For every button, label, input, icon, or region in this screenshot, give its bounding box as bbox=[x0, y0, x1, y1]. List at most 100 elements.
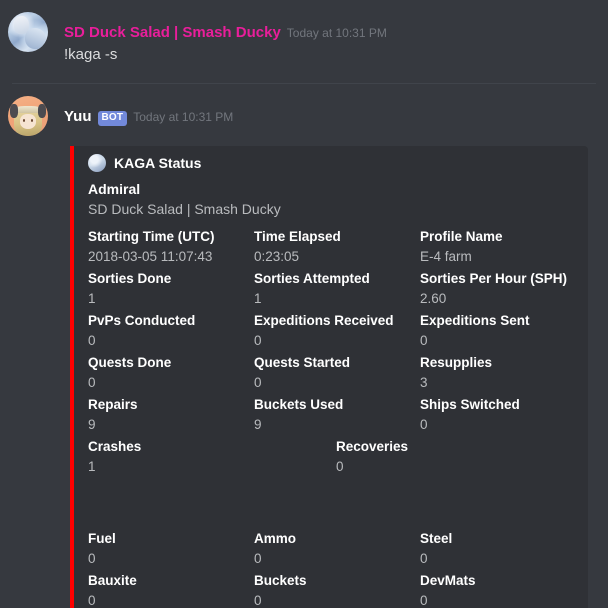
embed-field: Resupplies 3 bbox=[420, 350, 578, 392]
bot-message-header: Yuu BOT Today at 10:31 PM bbox=[64, 108, 608, 127]
embed-field: Fuel 0 bbox=[88, 526, 254, 568]
embed-field-blank bbox=[420, 434, 578, 476]
field-name: Sorties Done bbox=[88, 271, 172, 286]
field-name: Quests Started bbox=[254, 355, 351, 370]
embed-field: Buckets 0 bbox=[254, 568, 420, 608]
embed-field: Profile Name E-4 farm bbox=[420, 224, 578, 266]
bot-author-name[interactable]: Yuu bbox=[64, 108, 92, 126]
embed-field: Sorties Per Hour (SPH) 2.60 bbox=[420, 266, 578, 308]
field-name: Sorties Attempted bbox=[254, 271, 370, 286]
field-value: 0 bbox=[88, 593, 96, 608]
field-value: 1 bbox=[254, 291, 262, 306]
field-name: Bauxite bbox=[88, 573, 137, 588]
field-name: PvPs Conducted bbox=[88, 313, 196, 328]
field-name: Steel bbox=[420, 531, 453, 546]
message-bot: Yuu BOT Today at 10:31 PM bbox=[0, 84, 608, 144]
field-value: 9 bbox=[254, 417, 262, 432]
field-name: Buckets Used bbox=[254, 397, 344, 412]
bot-message-timestamp: Today at 10:31 PM bbox=[133, 110, 234, 124]
field-value: 0 bbox=[254, 593, 262, 608]
field-value: 0 bbox=[254, 551, 262, 566]
embed-field: Sorties Done 1 bbox=[88, 266, 254, 308]
field-name: Expeditions Received bbox=[254, 313, 394, 328]
field-name: Buckets bbox=[254, 573, 307, 588]
embed-field-spacer bbox=[254, 476, 420, 526]
field-value: 0 bbox=[88, 333, 96, 348]
author-name[interactable]: SD Duck Salad | Smash Ducky bbox=[64, 24, 281, 42]
avatar-face bbox=[20, 114, 36, 129]
embed-field: PvPs Conducted 0 bbox=[88, 308, 254, 350]
embed-field: Ships Switched 0 bbox=[420, 392, 578, 434]
field-value: E-4 farm bbox=[420, 249, 472, 264]
field-value: 0 bbox=[420, 333, 428, 348]
embed-fields: Starting Time (UTC) 2018-03-05 11:07:43 … bbox=[88, 224, 578, 608]
field-name: Resupplies bbox=[420, 355, 493, 370]
embed-field: Expeditions Received 0 bbox=[254, 308, 420, 350]
field-value: 0 bbox=[254, 333, 262, 348]
field-name: Fuel bbox=[88, 531, 116, 546]
field-value: 1 bbox=[88, 291, 96, 306]
field-name: Sorties Per Hour (SPH) bbox=[420, 271, 568, 286]
bot-avatar[interactable] bbox=[8, 96, 48, 136]
field-value: 0 bbox=[420, 593, 428, 608]
embed-field: Ammo 0 bbox=[254, 526, 420, 568]
user-avatar-image bbox=[8, 12, 48, 52]
embed-wrapper: KAGA Status Admiral SD Duck Salad | Smas… bbox=[0, 144, 608, 608]
embed-title: Admiral bbox=[88, 181, 141, 197]
message-header: SD Duck Salad | Smash Ducky Today at 10:… bbox=[64, 24, 608, 42]
kaga-icon bbox=[88, 154, 106, 172]
field-name: Expeditions Sent bbox=[420, 313, 530, 328]
field-value: 0 bbox=[88, 551, 96, 566]
embed-field-spacer bbox=[420, 476, 578, 526]
embed-field: Repairs 9 bbox=[88, 392, 254, 434]
message-timestamp: Today at 10:31 PM bbox=[286, 26, 387, 40]
status-embed: KAGA Status Admiral SD Duck Salad | Smas… bbox=[70, 146, 588, 608]
field-name: Quests Done bbox=[88, 355, 172, 370]
embed-field: Crashes 1 bbox=[88, 434, 254, 476]
bot-badge: BOT bbox=[97, 111, 128, 126]
field-value: 0 bbox=[88, 375, 96, 390]
field-value: 0 bbox=[420, 417, 428, 432]
embed-field: Buckets Used 9 bbox=[254, 392, 420, 434]
field-name: DevMats bbox=[420, 573, 476, 588]
embed-field: Quests Started 0 bbox=[254, 350, 420, 392]
field-value: 0 bbox=[336, 459, 344, 474]
embed-field: Recoveries 0 bbox=[254, 434, 420, 476]
bot-avatar-image bbox=[8, 96, 48, 136]
embed-author-name: KAGA Status bbox=[114, 155, 202, 171]
embed-field: Time Elapsed 0:23:05 bbox=[254, 224, 420, 266]
bot-message-body: Yuu BOT Today at 10:31 PM bbox=[48, 96, 608, 136]
user-avatar[interactable] bbox=[8, 12, 48, 52]
embed-field: Steel 0 bbox=[420, 526, 578, 568]
field-name: Crashes bbox=[88, 439, 142, 454]
field-name: Ships Switched bbox=[420, 397, 520, 412]
field-name: Ammo bbox=[254, 531, 297, 546]
avatar-headphone-right-icon bbox=[38, 104, 47, 118]
embed-field: Expeditions Sent 0 bbox=[420, 308, 578, 350]
field-value: 0:23:05 bbox=[254, 249, 300, 264]
embed-field: DevMats 0 bbox=[420, 568, 578, 608]
field-value: 1 bbox=[88, 459, 96, 474]
field-name: Repairs bbox=[88, 397, 138, 412]
embed-description: SD Duck Salad | Smash Ducky bbox=[88, 201, 281, 217]
field-value: 2018-03-05 11:07:43 bbox=[88, 249, 213, 264]
field-value: 2.60 bbox=[420, 291, 447, 306]
field-name: Profile Name bbox=[420, 229, 503, 244]
embed-field: Quests Done 0 bbox=[88, 350, 254, 392]
message-content: !kaga -s bbox=[64, 46, 118, 63]
embed-field: Starting Time (UTC) 2018-03-05 11:07:43 bbox=[88, 224, 254, 266]
avatar-headphone-left-icon bbox=[9, 104, 18, 118]
field-name: Starting Time (UTC) bbox=[88, 229, 215, 244]
field-value: 3 bbox=[420, 375, 428, 390]
message-body: SD Duck Salad | Smash Ducky Today at 10:… bbox=[48, 12, 608, 65]
embed-author: KAGA Status bbox=[88, 154, 578, 172]
field-value: 0 bbox=[420, 551, 428, 566]
embed-field: Sorties Attempted 1 bbox=[254, 266, 420, 308]
embed-field-spacer bbox=[88, 476, 254, 526]
field-name: Recoveries bbox=[336, 439, 409, 454]
embed-field: Bauxite 0 bbox=[88, 568, 254, 608]
field-value: 0 bbox=[254, 375, 262, 390]
discord-chat-view: SD Duck Salad | Smash Ducky Today at 10:… bbox=[0, 0, 608, 608]
field-name: Time Elapsed bbox=[254, 229, 341, 244]
field-value: 9 bbox=[88, 417, 96, 432]
